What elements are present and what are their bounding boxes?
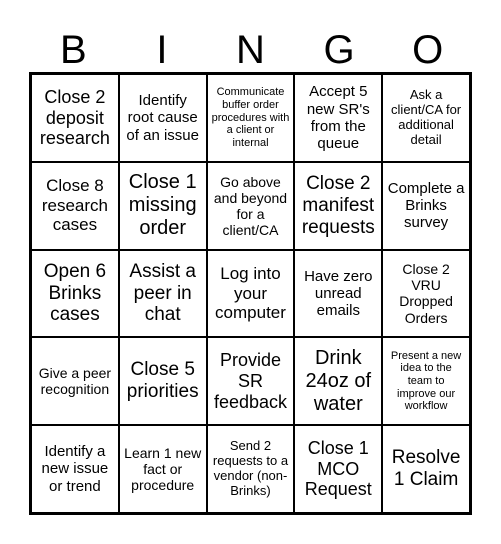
bingo-cell[interactable]: Communicate buffer order procedures with… [206,74,295,162]
bingo-cell[interactable]: Close 8 research cases [31,161,119,250]
bingo-cell[interactable]: Resolve 1 Claim [382,425,470,513]
bingo-cell[interactable]: Give a peer recognition [31,337,119,426]
bingo-cell[interactable]: Assist a peer in chat [118,249,207,338]
bingo-cell[interactable]: Close 5 priorities [118,337,207,426]
header-letter: N [236,28,265,72]
bingo-cell[interactable]: Have zero unread emails [294,249,383,338]
bingo-cell[interactable]: Identify root cause of an issue [118,74,207,162]
header-letter: B [59,28,87,72]
bingo-cell[interactable]: Close 1 MCO Request [294,425,383,513]
bingo-cell-free[interactable]: Log into your computer [206,249,295,338]
bingo-cell[interactable]: Present a new idea to the team to improv… [382,337,470,426]
header-letter: G [323,28,355,72]
bingo-cell[interactable]: Go above and beyond for a client/CA [206,161,295,250]
bingo-header: B I N G O [29,28,472,72]
bingo-grid: Close 2 deposit research Identify root c… [29,72,472,515]
bingo-cell[interactable]: Drink 24oz of water [294,337,383,426]
bingo-cell[interactable]: Ask a client/CA for additional detail [382,74,470,162]
bingo-cell[interactable]: Provide SR feedback [206,337,295,426]
header-letter: I [156,28,168,72]
bingo-cell[interactable]: Identify a new issue or trend [31,425,119,513]
bingo-cell[interactable]: Learn 1 new fact or procedure [118,425,207,513]
bingo-cell[interactable]: Complete a Brinks survey [382,161,470,250]
bingo-cell[interactable]: Close 2 manifest requests [294,161,383,250]
bingo-cell[interactable]: Open 6 Brinks cases [31,249,119,338]
bingo-cell[interactable]: Close 2 VRU Dropped Orders [382,249,470,338]
bingo-cell[interactable]: Accept 5 new SR's from the queue [294,74,383,162]
header-letter: O [412,28,444,72]
bingo-cell[interactable]: Send 2 requests to a vendor (non-Brinks) [206,425,295,513]
bingo-cell[interactable]: Close 1 missing order [118,161,207,250]
bingo-cell[interactable]: Close 2 deposit research [31,74,119,162]
